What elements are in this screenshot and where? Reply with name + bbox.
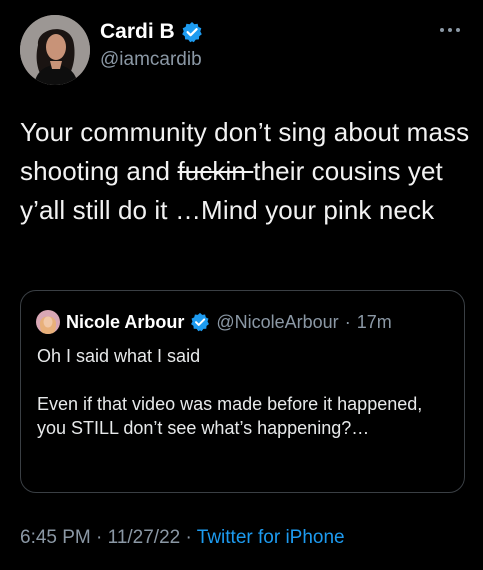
more-dots-icon bbox=[440, 28, 460, 32]
tweet-card: Cardi B @iamcardib Your community don’t … bbox=[0, 0, 483, 570]
tweet-text-struck: fuckin bbox=[177, 156, 254, 186]
author-avatar-image bbox=[20, 15, 90, 85]
author-name-row: Cardi B bbox=[100, 18, 203, 46]
tweet-date[interactable]: 11/27/22 bbox=[108, 527, 181, 548]
quoted-author-avatar[interactable] bbox=[36, 310, 60, 334]
tweet-meta: 6:45 PM · 11/27/22 · Twitter for iPhone bbox=[20, 525, 345, 551]
meta-separator: · bbox=[90, 527, 108, 548]
quoted-tweet-header: Nicole Arbour @NicoleArbour · 17m bbox=[36, 309, 392, 335]
tweet-source-link[interactable]: Twitter for iPhone bbox=[197, 527, 345, 548]
quoted-author-handle[interactable]: @NicoleArbour bbox=[216, 312, 338, 333]
quoted-author-avatar-image bbox=[36, 310, 60, 334]
quoted-author-display-name[interactable]: Nicole Arbour bbox=[66, 312, 184, 333]
author-handle[interactable]: @iamcardib bbox=[100, 47, 202, 73]
meta-separator: · bbox=[180, 527, 197, 548]
author-avatar[interactable] bbox=[20, 15, 90, 85]
quoted-separator: · bbox=[344, 311, 351, 332]
quoted-text-line: Even if that video was made before it ha… bbox=[37, 394, 423, 438]
quoted-tweet-text: Oh I said what I said Even if that video… bbox=[37, 344, 447, 440]
more-options-button[interactable] bbox=[435, 20, 465, 40]
quoted-tweet-card[interactable]: Nicole Arbour @NicoleArbour · 17m Oh I s… bbox=[20, 290, 465, 493]
verified-badge-icon bbox=[190, 312, 210, 332]
quoted-text-line: Oh I said what I said bbox=[37, 346, 201, 366]
quoted-timestamp[interactable]: 17m bbox=[357, 312, 392, 333]
tweet-time[interactable]: 6:45 PM bbox=[20, 527, 91, 548]
author-display-name[interactable]: Cardi B bbox=[100, 18, 175, 46]
tweet-text: Your community don’t sing about mass sho… bbox=[20, 113, 470, 230]
verified-badge-icon bbox=[181, 21, 203, 43]
